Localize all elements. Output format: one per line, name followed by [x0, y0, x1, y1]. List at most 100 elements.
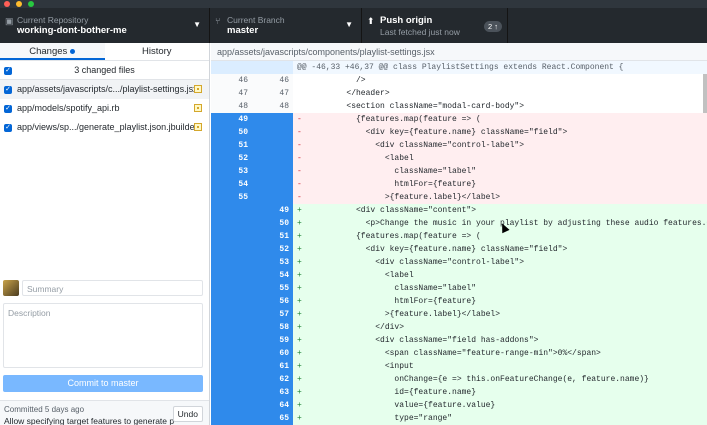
current-branch-dropdown[interactable]: ⑂ Current Branch master ▼: [210, 8, 362, 43]
commit-button[interactable]: Commit to master: [3, 375, 203, 392]
diff-line[interactable]: 59 + <div className="field has-addons">: [211, 334, 707, 347]
file-include-checkbox[interactable]: ✓: [4, 105, 12, 113]
old-line-number[interactable]: [211, 412, 252, 425]
old-line-number[interactable]: [211, 308, 252, 321]
diff-line[interactable]: 52 + <div key={feature.name} className="f…: [211, 243, 707, 256]
new-line-number[interactable]: 63: [252, 386, 293, 399]
new-line-number[interactable]: [252, 113, 293, 126]
diff-line[interactable]: 53 + <div className="control-label">: [211, 256, 707, 269]
old-line-number[interactable]: [211, 295, 252, 308]
diff-line[interactable]: 55 + className="label": [211, 282, 707, 295]
diff-line[interactable]: 47 47 </header>: [211, 87, 707, 100]
old-line-number[interactable]: 51: [211, 139, 252, 152]
new-line-number[interactable]: 47: [252, 87, 293, 100]
undo-button[interactable]: Undo: [172, 406, 203, 422]
diff-line[interactable]: 58 + </div>: [211, 321, 707, 334]
old-line-number[interactable]: 50: [211, 126, 252, 139]
diff-line[interactable]: 49 - {features.map(feature => (: [211, 113, 707, 126]
new-line-number[interactable]: [252, 152, 293, 165]
new-line-number[interactable]: 52: [252, 243, 293, 256]
file-include-checkbox[interactable]: ✓: [4, 124, 12, 132]
old-line-number[interactable]: [211, 373, 252, 386]
new-line-number[interactable]: [252, 191, 293, 204]
old-line-number[interactable]: [211, 256, 252, 269]
diff-line[interactable]: 57 + >{feature.label}</label>: [211, 308, 707, 321]
diff-line[interactable]: 50 - <div key={feature.name} className="f…: [211, 126, 707, 139]
new-line-number[interactable]: 57: [252, 308, 293, 321]
changed-file-row[interactable]: ✓ app/models/spotify_api.rb: [0, 99, 209, 118]
old-line-number[interactable]: 48: [211, 100, 252, 113]
new-line-number[interactable]: 59: [252, 334, 293, 347]
tab-history[interactable]: History: [105, 43, 210, 60]
old-line-number[interactable]: 46: [211, 74, 252, 87]
old-line-number[interactable]: [211, 282, 252, 295]
changed-file-row[interactable]: ✓ app/assets/javascripts/c.../playlist-s…: [0, 80, 209, 99]
current-repository-dropdown[interactable]: ▣ Current Repository working-dont-bother…: [0, 8, 210, 43]
select-all-checkbox[interactable]: ✓: [4, 67, 12, 75]
diff-line[interactable]: 54 + <label: [211, 269, 707, 282]
close-window-button[interactable]: [4, 1, 10, 7]
old-line-number[interactable]: [211, 269, 252, 282]
new-line-number[interactable]: 50: [252, 217, 293, 230]
new-line-number[interactable]: 51: [252, 230, 293, 243]
diff-line[interactable]: 65 + type="range": [211, 412, 707, 425]
zoom-window-button[interactable]: [28, 1, 34, 7]
new-line-number[interactable]: 64: [252, 399, 293, 412]
diff-line[interactable]: 54 - htmlFor={feature}: [211, 178, 707, 191]
new-line-number[interactable]: 53: [252, 256, 293, 269]
old-line-number[interactable]: 52: [211, 152, 252, 165]
new-line-number[interactable]: 46: [252, 74, 293, 87]
description-input[interactable]: Description: [3, 303, 203, 368]
old-line-number[interactable]: [211, 321, 252, 334]
old-line-number[interactable]: [211, 399, 252, 412]
old-line-number[interactable]: [211, 334, 252, 347]
diff-line[interactable]: 49 + <div className="content">: [211, 204, 707, 217]
old-line-number[interactable]: [211, 386, 252, 399]
new-line-number[interactable]: 62: [252, 373, 293, 386]
new-line-number[interactable]: 49: [252, 204, 293, 217]
new-line-number[interactable]: 61: [252, 360, 293, 373]
diff-line[interactable]: 56 + htmlFor={feature}: [211, 295, 707, 308]
new-line-number[interactable]: 55: [252, 282, 293, 295]
new-line-number[interactable]: [252, 126, 293, 139]
old-line-number[interactable]: [211, 217, 252, 230]
minimize-window-button[interactable]: [16, 1, 22, 7]
hunk-header[interactable]: @@ -46,33 +46,37 @@ class PlaylistSettin…: [211, 61, 707, 74]
diff-line[interactable]: 60 + <span className="feature-range-min">…: [211, 347, 707, 360]
old-line-number[interactable]: [211, 204, 252, 217]
new-line-number[interactable]: 48: [252, 100, 293, 113]
push-origin-button[interactable]: ⬆ Push origin Last fetched just now 2 ↑: [362, 8, 508, 43]
new-line-number[interactable]: 56: [252, 295, 293, 308]
new-line-number[interactable]: 60: [252, 347, 293, 360]
new-line-number[interactable]: [252, 139, 293, 152]
old-line-number[interactable]: [211, 347, 252, 360]
old-line-number[interactable]: 55: [211, 191, 252, 204]
diff-line[interactable]: 61 + <input: [211, 360, 707, 373]
old-line-number[interactable]: [211, 360, 252, 373]
diff-line[interactable]: 64 + value={feature.value}: [211, 399, 707, 412]
diff-view[interactable]: @@ -46,33 +46,37 @@ class PlaylistSettin…: [211, 61, 707, 425]
diff-line[interactable]: 53 - className="label": [211, 165, 707, 178]
old-line-number[interactable]: [211, 230, 252, 243]
old-line-number[interactable]: 53: [211, 165, 252, 178]
new-line-number[interactable]: [252, 178, 293, 191]
file-include-checkbox[interactable]: ✓: [4, 86, 12, 94]
old-line-number[interactable]: [211, 243, 252, 256]
diff-line[interactable]: 46 46 />: [211, 74, 707, 87]
diff-line[interactable]: 55 - >{feature.label}</label>: [211, 191, 707, 204]
new-line-number[interactable]: [252, 165, 293, 178]
new-line-number[interactable]: 54: [252, 269, 293, 282]
diff-line[interactable]: 50 + <p>Change the music in your playlist…: [211, 217, 707, 230]
changed-file-row[interactable]: ✓ app/views/sp.../generate_playlist.json…: [0, 118, 209, 137]
diff-line[interactable]: 51 - <div className="control-label">: [211, 139, 707, 152]
diff-line[interactable]: 51 + {features.map(feature => (: [211, 230, 707, 243]
old-line-number[interactable]: 49: [211, 113, 252, 126]
diff-line[interactable]: 63 + id={feature.name}: [211, 386, 707, 399]
old-line-number[interactable]: 47: [211, 87, 252, 100]
diff-line[interactable]: 52 - <label: [211, 152, 707, 165]
new-line-number[interactable]: 58: [252, 321, 293, 334]
diff-line[interactable]: 48 48 <section className="modal-card-body…: [211, 100, 707, 113]
old-line-number[interactable]: 54: [211, 178, 252, 191]
summary-input[interactable]: Summary: [22, 280, 203, 296]
tab-changes[interactable]: Changes: [0, 43, 105, 60]
